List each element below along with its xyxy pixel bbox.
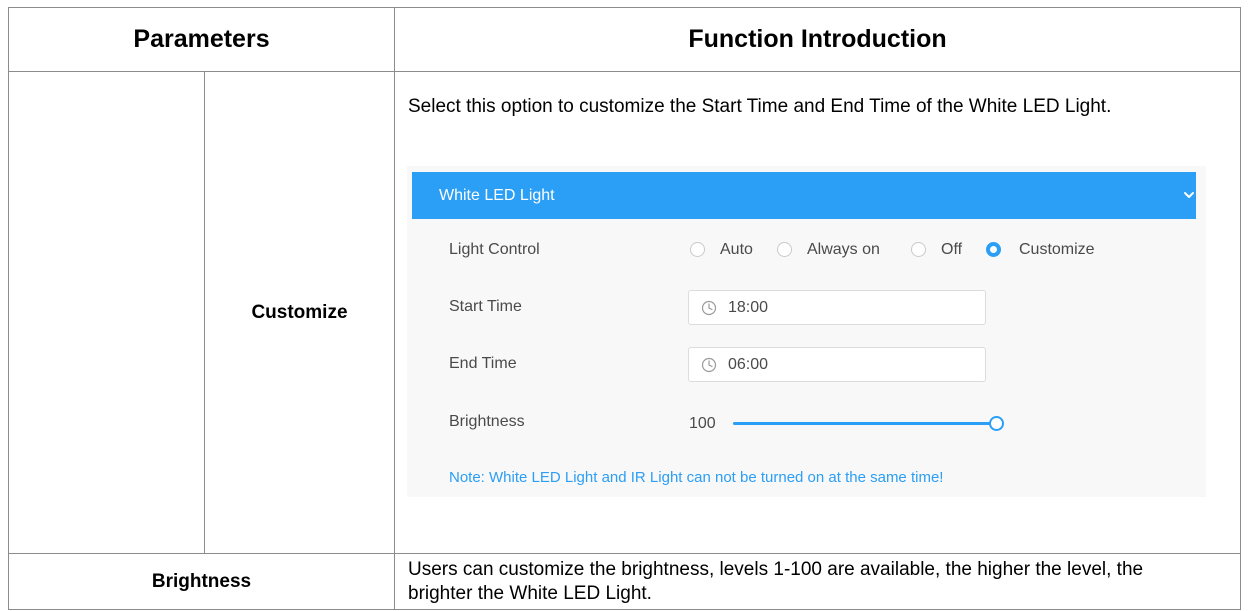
panel-note: Note: White LED Light and IR Light can n… (449, 469, 944, 486)
param-brightness: Brightness (151, 570, 252, 592)
brightness-label: Brightness (449, 413, 525, 430)
brightness-slider-handle[interactable] (989, 416, 1004, 431)
brightness-value: 100 (689, 415, 716, 432)
chevron-down-icon[interactable] (1183, 189, 1195, 201)
param-customize: Customize (251, 301, 348, 323)
clock-icon (701, 300, 717, 316)
radio-auto-label[interactable]: Auto (720, 241, 753, 259)
header-divider (8, 71, 1241, 72)
start-time-label: Start Time (449, 298, 522, 315)
radio-always-on[interactable] (777, 242, 792, 257)
radio-auto[interactable] (690, 242, 705, 257)
start-time-input[interactable]: 18:00 (688, 290, 986, 325)
panel-title: White LED Light (439, 186, 555, 204)
description-brightness: Users can customize the brightness, leve… (408, 559, 1144, 604)
radio-off[interactable] (911, 242, 926, 257)
end-time-label: End Time (449, 355, 517, 372)
radio-customize[interactable] (986, 242, 1001, 257)
table-border-bottom (8, 609, 1241, 610)
radio-always-on-label[interactable]: Always on (807, 241, 880, 259)
end-time-value: 06:00 (728, 356, 769, 373)
column-divider (394, 7, 395, 610)
end-time-input[interactable]: 06:00 (688, 347, 986, 382)
header-parameters: Parameters (133, 24, 270, 53)
brightness-slider-track[interactable] (733, 422, 991, 425)
start-time-value: 18:00 (728, 299, 769, 316)
radio-customize-label[interactable]: Customize (1019, 241, 1095, 259)
header-function-introduction: Function Introduction (688, 24, 947, 53)
table-border-left (8, 7, 9, 610)
table-border-right (1240, 7, 1241, 610)
radio-off-label[interactable]: Off (941, 241, 962, 259)
light-control-label: Light Control (449, 241, 540, 258)
description-customize: Select this option to customize the Star… (408, 96, 1112, 117)
clock-icon (701, 357, 717, 373)
panel-header[interactable]: White LED Light (412, 172, 1196, 219)
